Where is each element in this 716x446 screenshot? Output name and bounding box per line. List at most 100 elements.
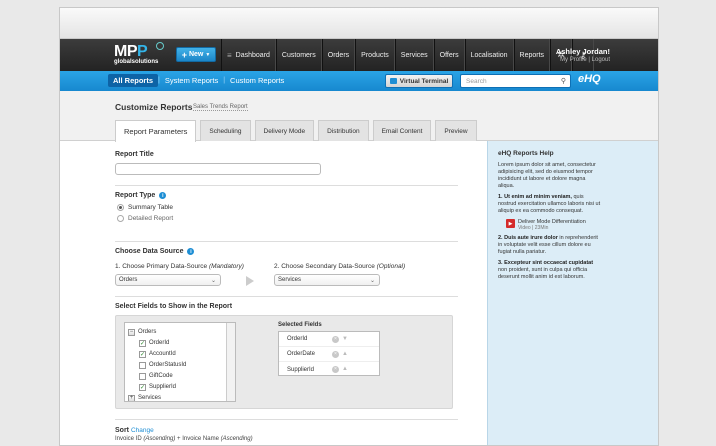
new-button[interactable]: + New ▼ [176, 47, 216, 62]
move-up-icon[interactable]: ▲ [342, 351, 348, 357]
logo-ring-icon [156, 42, 164, 50]
logout-link[interactable]: Logout [592, 57, 610, 63]
user-menu: Ashley Jordan! My Profile | Logout [555, 47, 610, 63]
logo-text-a: MP [114, 43, 138, 60]
chevron-down-icon: ▼ [205, 51, 211, 58]
logo-tagline: globalsolutions [114, 59, 159, 65]
sort-change-link[interactable]: Change [131, 427, 154, 434]
tab-preview[interactable]: Preview [435, 120, 477, 141]
monitor-icon [389, 78, 397, 84]
chevron-down-icon: ⌄ [369, 278, 375, 284]
help-title: eHQ Reports Help [498, 150, 554, 157]
logo-text-b: P [137, 43, 148, 60]
divider [115, 241, 458, 242]
sort-value: Invoice ID (Ascending) + Invoice Name (A… [115, 436, 253, 442]
nav-customers[interactable]: Customers [275, 39, 322, 71]
report-title-input[interactable] [115, 163, 321, 175]
tab-all-reports[interactable]: All Reports [108, 74, 159, 87]
expand-icon[interactable]: + [128, 394, 135, 401]
selected-field-row[interactable]: SupplierId × ▲ [279, 362, 379, 377]
radio-dot [117, 215, 124, 222]
search-input[interactable]: Search ⚲ [460, 74, 571, 88]
browser-chrome [60, 8, 658, 39]
radio-detailed-report[interactable]: Detailed Report [117, 215, 173, 222]
top-bar: MPP globalsolutions + New ▼ ≡ Dashboard … [60, 39, 658, 71]
selected-field-row[interactable]: OrderDate × ▲ [279, 347, 379, 362]
report-tabs: Report Parameters Scheduling Delivery Mo… [115, 120, 477, 142]
virtual-terminal-button[interactable]: Virtual Terminal [385, 74, 453, 88]
tree-item[interactable]: ✓ OrderId [139, 338, 169, 348]
tab-system-reports[interactable]: System Reports [160, 74, 223, 87]
nav-localisation[interactable]: Localisation [464, 39, 514, 71]
help-step-2: 2. Duis aute irure dolor in reprehenderi… [498, 235, 598, 255]
tab-distribution[interactable]: Distribution [318, 120, 369, 141]
nav-dashboard[interactable]: ≡ Dashboard [221, 39, 276, 71]
checkbox[interactable] [139, 372, 146, 380]
tab-report-parameters[interactable]: Report Parameters [115, 120, 197, 142]
secondary-source-label: 2. Choose Secondary Data-Source (Optiona… [274, 263, 406, 270]
secondary-source-select[interactable]: Services ⌄ [274, 274, 380, 286]
report-title-label: Report Title [115, 151, 154, 158]
checkbox[interactable]: ✓ [139, 383, 146, 391]
ehq-logo[interactable]: eHQ [578, 73, 608, 89]
selected-field-row[interactable]: OrderId × ▼ [279, 332, 379, 347]
radio-summary-table[interactable]: Summary Table [117, 204, 173, 211]
tree-item[interactable]: OrderStatusId [139, 360, 186, 370]
app-window: MPP globalsolutions + New ▼ ≡ Dashboard … [59, 7, 659, 446]
page-title: Customize Reports [115, 102, 193, 112]
field-tree: − Orders ✓ OrderId ✓ AccountId OrderStat… [124, 322, 236, 402]
checkbox[interactable] [139, 361, 146, 369]
help-intro: Lorem ipsum dolor sit amet, consectetur … [498, 162, 596, 189]
primary-source-select[interactable]: Orders ⌄ [115, 274, 221, 286]
arrow-right-icon [246, 276, 254, 286]
search-icon[interactable]: ⚲ [561, 77, 566, 85]
tree-item[interactable]: ✓ SupplierId [139, 382, 176, 392]
breadcrumb[interactable]: Sales Trends Report [193, 104, 248, 111]
nav-services[interactable]: Services [394, 39, 434, 71]
help-video[interactable]: ▶ Deliver Mode Differentiation Video | 2… [506, 219, 651, 231]
selected-fields-list: OrderId × ▼ OrderDate × ▲ SupplierId × ▲ [278, 331, 380, 376]
remove-icon[interactable]: × [332, 366, 339, 373]
checkbox[interactable]: ✓ [139, 339, 146, 347]
selected-fields-label: Selected Fields [278, 322, 322, 328]
move-down-icon[interactable]: ▼ [342, 336, 348, 342]
tab-custom-reports[interactable]: Custom Reports [225, 74, 289, 87]
play-icon[interactable]: ▶ [506, 219, 515, 228]
main-content: Report Title Report Type i Summary Table… [60, 141, 658, 445]
my-profile-link[interactable]: My Profile [560, 57, 587, 63]
scrollbar[interactable] [226, 323, 235, 401]
plus-icon: + [181, 49, 187, 60]
nav-reports[interactable]: Reports [513, 39, 551, 71]
tree-item[interactable]: ✓ AccountId [139, 349, 176, 359]
move-up-icon[interactable]: ▲ [342, 366, 348, 372]
tab-scheduling[interactable]: Scheduling [200, 120, 251, 141]
info-icon[interactable]: i [187, 248, 195, 255]
user-name: Ashley Jordan! [555, 47, 610, 56]
remove-icon[interactable]: × [332, 336, 339, 343]
main-nav: ≡ Dashboard Customers Orders Products Se… [221, 39, 595, 71]
tree-item[interactable]: GiftCode [139, 371, 173, 381]
report-type-label: Report Type [115, 192, 156, 199]
checkbox[interactable]: ✓ [139, 350, 146, 358]
tree-node-orders[interactable]: − Orders [128, 327, 156, 337]
primary-source-label: 1. Choose Primary Data-Source (Mandatory… [115, 263, 244, 270]
data-source-label: Choose Data Source [115, 248, 184, 255]
divider [115, 419, 458, 420]
tab-delivery-mode[interactable]: Delivery Mode [254, 120, 315, 141]
tree-node-services[interactable]: + Services [128, 393, 161, 401]
info-icon[interactable]: i [159, 192, 167, 199]
collapse-icon[interactable]: − [128, 328, 135, 336]
nav-products[interactable]: Products [355, 39, 395, 71]
field-picker: − Orders ✓ OrderId ✓ AccountId OrderStat… [115, 315, 453, 409]
page-header: Customize Reports Sales Trends Report Re… [60, 91, 658, 142]
nav-orders[interactable]: Orders [321, 39, 356, 71]
logo[interactable]: MPP globalsolutions [114, 42, 164, 66]
remove-icon[interactable]: × [332, 351, 339, 358]
nav-offers[interactable]: Offers [433, 39, 465, 71]
menu-icon: ≡ [227, 50, 232, 60]
tab-email-content[interactable]: Email Content [372, 120, 432, 141]
help-panel: eHQ Reports Help Lorem ipsum dolor sit a… [487, 141, 658, 445]
divider [115, 185, 458, 186]
help-step-3: 3. Excepteur sint occaecat cupidatat non… [498, 260, 594, 280]
divider [115, 296, 458, 297]
